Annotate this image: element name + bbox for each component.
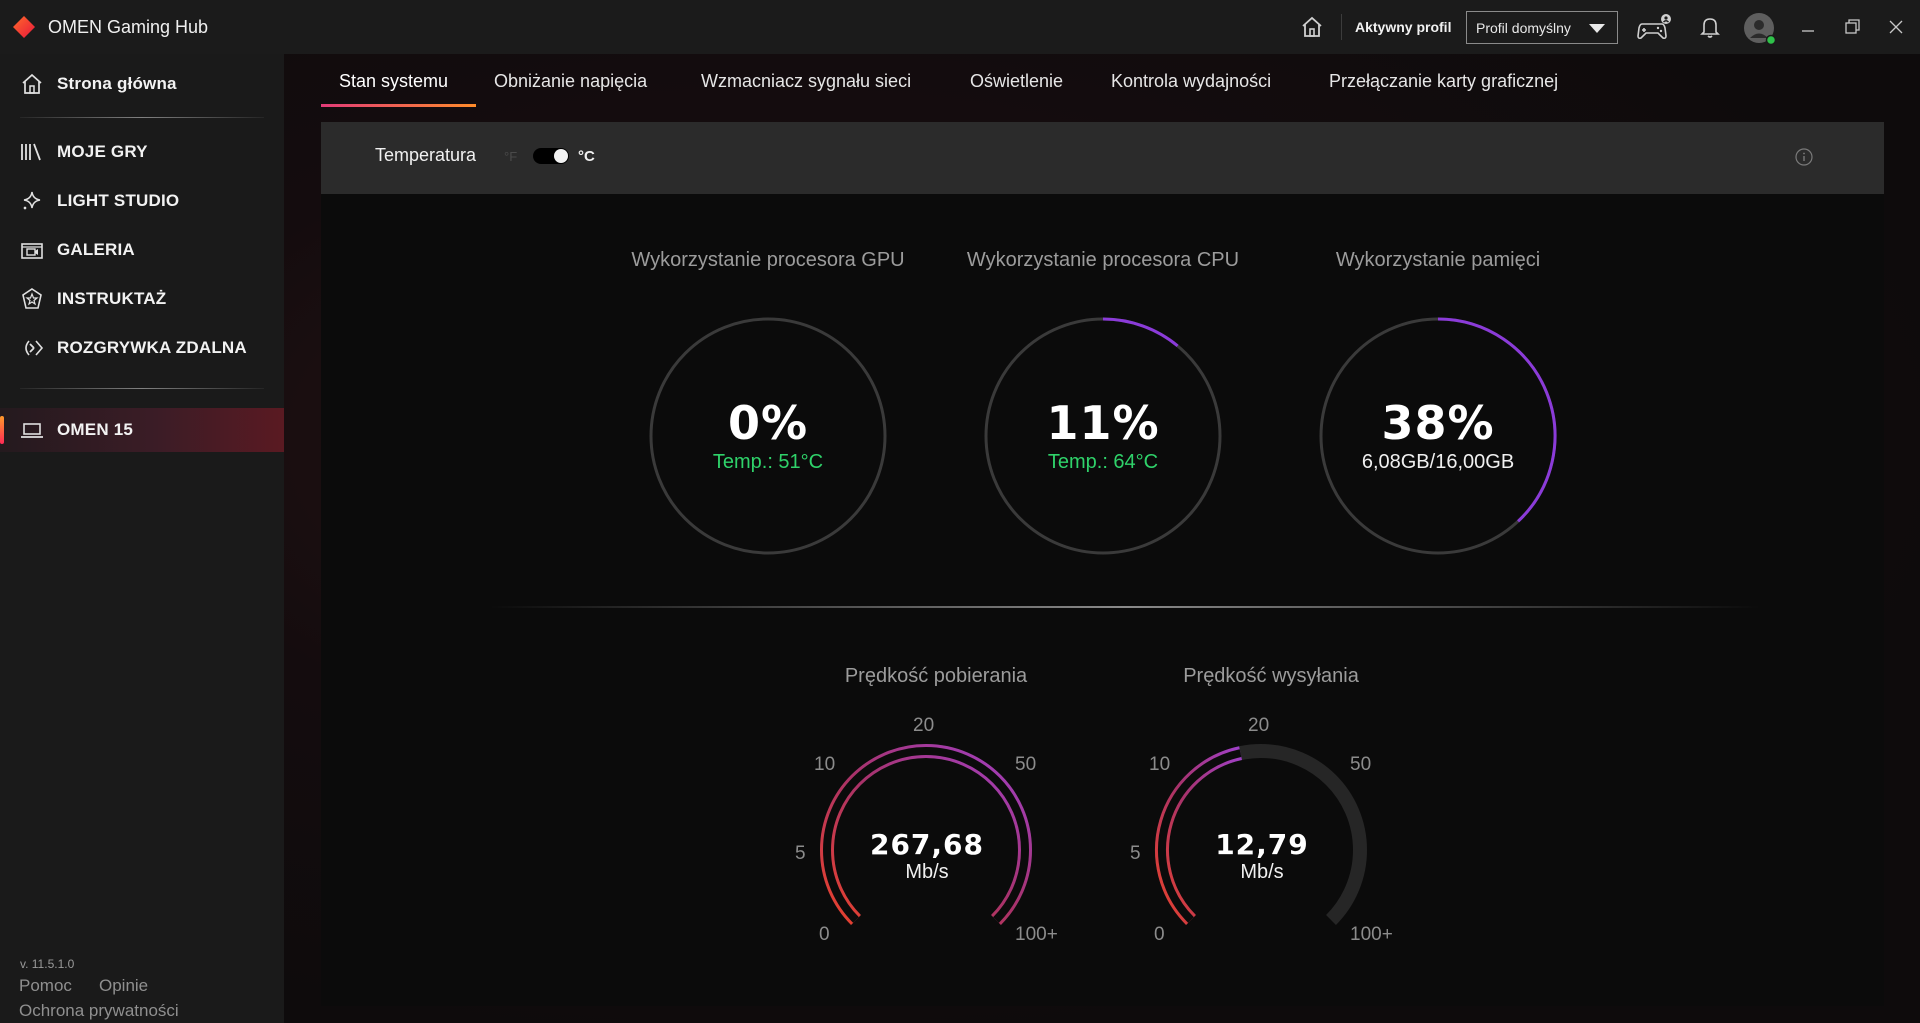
gauge-tick: 5 xyxy=(795,843,806,864)
app-title: OMEN Gaming Hub xyxy=(48,17,209,37)
sidebar-item-label: Strona główna xyxy=(57,74,177,93)
coach-icon xyxy=(22,288,42,309)
sidebar-divider xyxy=(20,117,264,118)
gpu-usage-value: 0% xyxy=(727,396,809,450)
bell-icon[interactable] xyxy=(1699,15,1721,39)
avatar[interactable] xyxy=(1743,12,1777,46)
close-icon[interactable] xyxy=(1886,17,1906,37)
active-indicator xyxy=(0,416,4,444)
cpu-usage-value: 11% xyxy=(1046,396,1160,450)
memory-usage-title: Wykorzystanie pamięci xyxy=(1335,249,1541,271)
omen-logo-icon xyxy=(13,16,35,38)
remote-play-icon xyxy=(25,340,44,356)
sidebar-item-home[interactable]: Strona główna xyxy=(0,62,284,106)
sidebar-item-label: LIGHT STUDIO xyxy=(57,191,180,210)
gauge-tick: 10 xyxy=(814,754,836,775)
home-icon xyxy=(22,73,42,94)
sidebar-item-light-studio[interactable]: LIGHT STUDIO xyxy=(0,179,284,223)
toggle-knob xyxy=(554,149,568,163)
tab-lighting[interactable]: Oświetlenie xyxy=(970,71,1063,92)
gallery-icon xyxy=(21,243,43,259)
help-link[interactable]: Pomoc xyxy=(19,976,72,996)
sidebar-item-my-games[interactable]: MOJE GRY xyxy=(0,130,284,174)
tab-performance-control[interactable]: Kontrola wydajności xyxy=(1111,71,1271,92)
library-icon xyxy=(21,143,41,161)
memory-amount: 6,08GB/16,00GB xyxy=(1361,451,1515,473)
gauge-tick: 20 xyxy=(913,715,935,736)
tab-network-booster[interactable]: Wzmacniacz sygnału sieci xyxy=(701,71,911,92)
restore-icon[interactable] xyxy=(1842,17,1862,37)
gauge-tick: 0 xyxy=(1154,924,1165,945)
minimize-icon[interactable] xyxy=(1798,17,1818,37)
chevron-down-icon xyxy=(1589,24,1605,33)
download-speed-title: Prędkość pobierania xyxy=(844,665,1028,687)
gpu-usage-title: Wykorzystanie procesora GPU xyxy=(631,249,905,271)
gauge-tick: 50 xyxy=(1015,754,1037,775)
unit-celsius: °C xyxy=(578,148,595,165)
temperature-unit-toggle[interactable] xyxy=(533,148,569,164)
gauge-tick: 0 xyxy=(819,924,830,945)
profile-select-value: Profil domyślny xyxy=(1476,20,1571,36)
tab-graphics-switching[interactable]: Przełączanie karty graficznej xyxy=(1329,71,1558,92)
info-icon[interactable] xyxy=(1795,148,1813,166)
active-profile-label: Aktywny profil xyxy=(1355,19,1452,35)
gpu-temp: Temp.: 51°C xyxy=(712,451,824,473)
gauge-tick: 5 xyxy=(1130,843,1141,864)
app-version: v. 11.5.1.0 xyxy=(20,957,75,971)
tab-undervolting[interactable]: Obniżanie napięcia xyxy=(494,71,647,92)
unit-fahrenheit: °F xyxy=(504,149,518,164)
ring-progress xyxy=(1102,317,1179,348)
gauge-tick: 100+ xyxy=(1015,924,1058,945)
download-speed-unit: Mb/s xyxy=(905,861,949,883)
sparkle-icon xyxy=(23,191,41,210)
sidebar-item-label: INSTRUKTAŻ xyxy=(57,289,167,308)
gauge-tick: 100+ xyxy=(1350,924,1393,945)
controller-icon[interactable] xyxy=(1636,12,1672,42)
feedback-link[interactable]: Opinie xyxy=(99,976,148,996)
laptop-icon xyxy=(21,423,43,438)
section-divider xyxy=(490,606,1760,608)
gauge-tick: 10 xyxy=(1149,754,1171,775)
sidebar-item-gallery[interactable]: GALERIA xyxy=(0,228,284,272)
titlebar-separator xyxy=(1341,14,1342,40)
upload-speed-unit: Mb/s xyxy=(1240,861,1284,883)
memory-usage-value: 38% xyxy=(1381,396,1495,450)
upload-speed-title: Prędkość wysyłania xyxy=(1183,665,1359,687)
gauge-tick: 50 xyxy=(1350,754,1372,775)
title-bar: OMEN Gaming Hub Aktywny profil Profil do… xyxy=(0,0,1920,54)
cpu-temp: Temp.: 64°C xyxy=(1047,451,1159,473)
tab-system-status[interactable]: Stan systemu xyxy=(339,71,448,92)
home-icon[interactable] xyxy=(1300,16,1324,38)
cpu-usage-title: Wykorzystanie procesora CPU xyxy=(966,249,1240,271)
sidebar-divider xyxy=(20,388,264,389)
privacy-link[interactable]: Ochrona prywatności xyxy=(19,1001,179,1021)
gauge-tick: 20 xyxy=(1248,715,1270,736)
sidebar: Strona główna MOJE GRY LIGHT STUDIO GALE… xyxy=(0,54,284,1023)
sidebar-item-coaching[interactable]: INSTRUKTAŻ xyxy=(0,277,284,321)
sidebar-item-label: OMEN 15 xyxy=(57,420,134,439)
profile-select[interactable]: Profil domyślny xyxy=(1466,11,1618,44)
sidebar-item-label: ROZGRYWKA ZDALNA xyxy=(57,338,247,357)
active-tab-underline xyxy=(321,104,476,107)
download-speed-value: 267,68 xyxy=(869,828,985,861)
sidebar-item-device[interactable]: OMEN 15 xyxy=(0,408,284,452)
temperature-label: Temperatura xyxy=(375,145,477,165)
sidebar-item-label: GALERIA xyxy=(57,240,135,259)
sidebar-item-label: MOJE GRY xyxy=(57,142,148,161)
sidebar-item-remote-play[interactable]: ROZGRYWKA ZDALNA xyxy=(0,326,284,370)
upload-speed-value: 12,79 xyxy=(1215,828,1309,861)
